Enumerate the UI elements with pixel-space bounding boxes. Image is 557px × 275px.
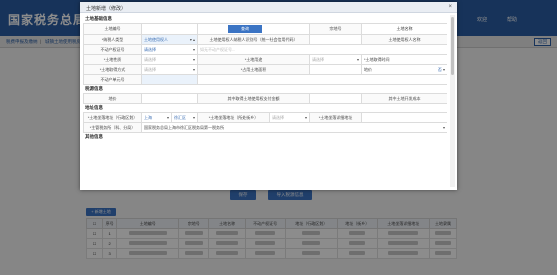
property-cert-input[interactable]: 如无不动产权证号... — [197, 44, 447, 55]
section-address-info: 地址信息 — [85, 105, 103, 110]
taxpayer-type-select[interactable]: 土地使用权人 ▾ ▴ — [141, 34, 198, 45]
land-edit-dialog: 土地新增（修改） × 土地基础信息 土地编号 查询 宗地号 土地名称 *纳税人类… — [80, 2, 457, 190]
chevron-down-icon: ▾ — [304, 115, 307, 120]
chevron-down-icon: ▾ — [166, 115, 169, 120]
dialog-title: 土地新增（修改） — [86, 6, 127, 12]
property-cert-label: 不动产权证号 — [83, 44, 142, 55]
dialog-body: 土地基础信息 土地编号 查询 宗地号 土地名称 *纳税人类型 土地使用权人 ▾ ▴… — [83, 15, 447, 190]
street-label: *土地坐落地址（所处街乡） — [197, 112, 270, 123]
district-label: *土地坐落地址（行政区划） — [83, 112, 142, 123]
land-info-form: 土地编号 查询 宗地号 土地名称 *纳税人类型 土地使用权人 ▾ ▴ 土地使用权人… — [83, 23, 447, 85]
chevron-down-icon: ▾ — [192, 57, 195, 62]
tax-authority-select[interactable]: 国家税务总局上海市徐汇区税务局第一税务所 ▾ — [141, 122, 447, 133]
owner-id-input[interactable] — [309, 34, 362, 45]
paid-amount-label: 其中取得土地使用权支付金额 — [197, 93, 310, 104]
detail-address-label: *土地坐落详细地址 — [309, 112, 362, 123]
district-district-select[interactable]: 徐汇区 ▾ — [171, 112, 198, 123]
section-other-info: 其他信息 — [85, 134, 103, 139]
land-number-label: 土地编号 — [83, 23, 142, 35]
chevron-down-icon: ▾ — [192, 67, 195, 72]
price-select[interactable]: 否 ▾ — [438, 67, 445, 73]
chevron-down-icon: ▾ — [192, 115, 195, 120]
land-name-label: 土地名称 — [361, 23, 447, 35]
dialog-scrollbar[interactable] — [450, 15, 455, 187]
parcel-no-label: 宗地号 — [309, 23, 362, 35]
paid-amount-input[interactable] — [309, 93, 362, 104]
chevron-down-icon: ▾ — [442, 125, 445, 130]
detail-address-input[interactable] — [361, 112, 447, 123]
acquire-time-label: *土地取得时间 — [364, 56, 390, 62]
land-number-input[interactable] — [141, 23, 198, 35]
acquire-method-select[interactable]: 请选择 ▾ — [141, 64, 198, 75]
dev-cost-label: 其中土地开发成本 — [361, 93, 447, 104]
land-use-select[interactable]: 请选择 ▾ — [309, 54, 362, 65]
taxpayer-type-label: *纳税人类型 — [83, 34, 142, 45]
chevron-down-icon: ▾ — [442, 66, 445, 72]
address-form: *土地坐落地址（行政区划） 上海 ▾ 徐汇区 ▾ *土地坐落地址（所处街乡） 请选择… — [83, 112, 447, 133]
dialog-title-bar: 土地新增（修改） × — [80, 2, 457, 13]
section-tax-info: 税源信息 — [85, 86, 103, 91]
tax-authority-label: *主管税务所（科、分局） — [83, 122, 142, 133]
chevron-down-icon: ▾ — [356, 57, 359, 62]
district-province-select[interactable]: 上海 ▾ — [141, 112, 172, 123]
area-input[interactable] — [309, 64, 362, 75]
scroll-thumb[interactable] — [451, 17, 454, 75]
land-nature-label: *土地性质 — [83, 54, 142, 65]
street-select[interactable]: 请选择 ▾ — [269, 112, 310, 123]
close-icon[interactable]: × — [448, 4, 452, 10]
land-price-label: 地价 — [83, 93, 142, 104]
owner-name-label: 土地使用权人名称 — [361, 34, 447, 45]
section-land-info: 土地基础信息 — [85, 16, 112, 21]
tax-info-form: 地价 其中取得土地使用权支付金额 其中土地开发成本 — [83, 93, 447, 104]
unit-no-label: 不动产单元号 — [83, 74, 142, 85]
chevron-down-icon: ▾ — [192, 47, 195, 52]
property-cert-select[interactable]: 请选择 ▾ — [141, 44, 198, 55]
unit-no-input[interactable] — [141, 74, 198, 85]
land-use-label: *土地用途 — [197, 54, 310, 65]
area-label: *占用土地面积 — [197, 64, 310, 75]
land-price-input[interactable] — [141, 93, 198, 104]
owner-id-label: 土地使用权人纳税人识别号（统一社会信用代码） — [197, 34, 310, 45]
chevron-down-icon: ▾ ▴ — [189, 37, 195, 42]
acquire-method-label: *土地取得方式 — [83, 64, 142, 75]
land-number-query-button[interactable]: 查询 — [228, 25, 262, 33]
price-label: 地价 — [364, 66, 372, 72]
land-nature-select[interactable]: 请选择 ▾ — [141, 54, 198, 65]
